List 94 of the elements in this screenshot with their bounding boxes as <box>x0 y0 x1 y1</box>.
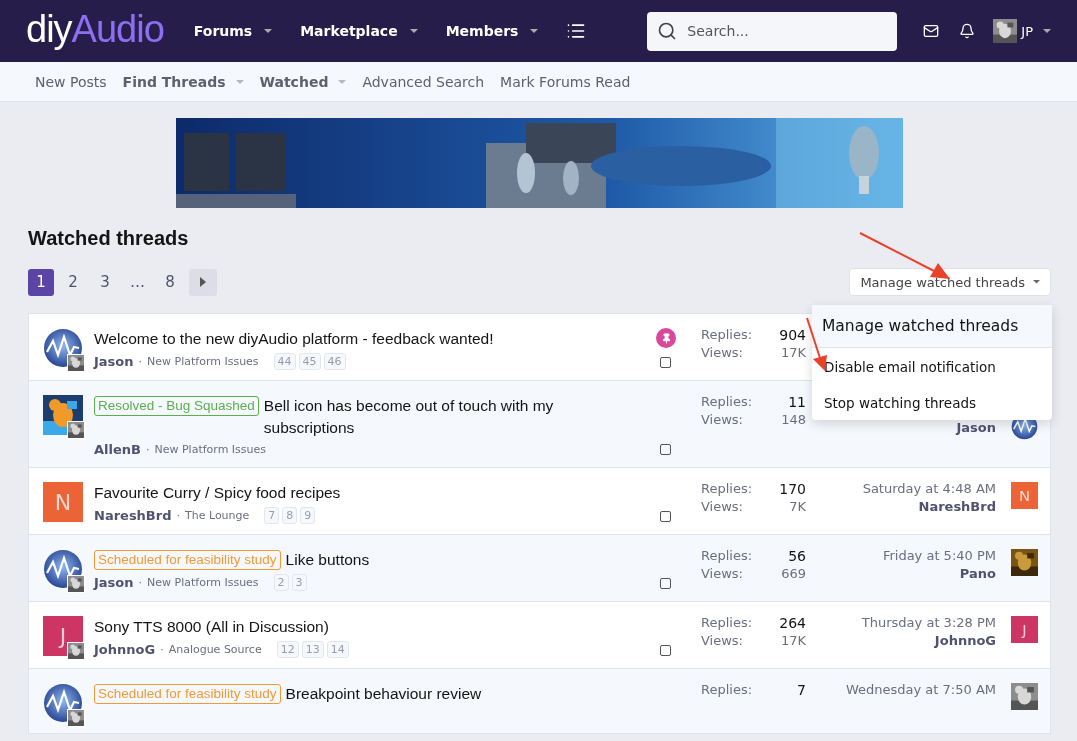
nav-item[interactable]: Marketplace <box>300 23 418 39</box>
replies-count: 904 <box>778 326 806 344</box>
bell-icon[interactable] <box>959 23 976 39</box>
separator-dot: · <box>138 355 143 368</box>
next-page-button[interactable] <box>189 268 217 296</box>
manage-button[interactable]: Manage watched threads <box>849 268 1051 296</box>
list-icon[interactable] <box>566 21 587 41</box>
search-icon <box>657 21 678 41</box>
caret-icon <box>1043 29 1051 33</box>
last-post-date[interactable]: Wednesday at 7:50 AM <box>845 681 996 699</box>
replies-count: 264 <box>778 614 806 632</box>
site-logo[interactable]: diyAudio <box>26 7 164 51</box>
separator-dot: · <box>160 643 164 656</box>
subnav-link[interactable]: Find Threads <box>122 73 244 90</box>
caret-icon <box>409 29 418 33</box>
views-count: 17K <box>779 632 806 650</box>
letter-avatar: J <box>1011 616 1038 643</box>
subnav-link[interactable]: Mark Forums Read <box>500 73 631 90</box>
select-checkbox[interactable] <box>660 357 671 368</box>
forum-name[interactable]: New Platform Issues <box>147 576 259 589</box>
forum-name[interactable]: New Platform Issues <box>154 443 267 456</box>
select-checkbox[interactable] <box>660 511 671 522</box>
replies-count: 56 <box>787 547 806 565</box>
select-checkbox[interactable] <box>660 578 671 589</box>
replies-count: 7 <box>796 681 806 699</box>
views-label: Views: <box>701 411 744 429</box>
last-poster[interactable]: JohnnoG <box>934 632 996 650</box>
caret-icon <box>235 79 244 84</box>
menu-item[interactable]: Disable email notification <box>812 348 1052 384</box>
last-post-date[interactable]: Friday at 5:40 PM <box>882 547 996 565</box>
nav-item[interactable]: Members <box>445 23 539 39</box>
letter-avatar: N <box>1011 482 1038 509</box>
menu-title: Manage watched threads <box>812 305 1052 348</box>
replies-count: 11 <box>787 393 806 411</box>
menu-item[interactable]: Stop watching threads <box>812 384 1052 420</box>
nav-item[interactable]: Forums <box>193 23 273 39</box>
thread-author[interactable]: JohnnoG <box>94 642 156 657</box>
last-post-date[interactable]: Thursday at 3:28 PM <box>861 614 996 632</box>
replies-label: Replies: <box>701 681 753 699</box>
subnav-link[interactable]: New Posts <box>35 73 107 90</box>
separator-dot: · <box>145 443 150 456</box>
mail-icon[interactable] <box>923 23 940 39</box>
subnav-link[interactable]: Advanced Search <box>362 73 485 90</box>
views-label: Views: <box>701 632 744 650</box>
last-poster[interactable]: NareshBrd <box>918 498 996 516</box>
thread-author[interactable]: Jason <box>94 354 134 369</box>
replies-label: Replies: <box>701 480 753 498</box>
user-initials[interactable]: JP <box>1021 23 1033 39</box>
views-count: 669 <box>780 565 806 583</box>
thread-author[interactable]: AllenB <box>94 442 141 457</box>
separator-dot: · <box>176 509 180 522</box>
next-arrow-icon <box>200 277 206 287</box>
thread-author[interactable]: NareshBrd <box>94 508 172 523</box>
replies-label: Replies: <box>701 326 753 344</box>
select-checkbox[interactable] <box>660 645 671 656</box>
thread-title[interactable]: Sony TTS 8000 (All in Discussion) <box>94 616 641 638</box>
thread-title[interactable]: Welcome to the new diyAudio platform - feedback wanted! <box>94 328 641 350</box>
forum-name[interactable]: The Lounge <box>185 509 250 522</box>
replies-count: 170 <box>778 480 806 498</box>
views-count: 17K <box>779 344 806 362</box>
page-link[interactable]: 1 <box>28 268 54 296</box>
replies-label: Replies: <box>701 393 753 411</box>
replies-label: Replies: <box>701 614 753 632</box>
views-label: Views: <box>701 565 744 583</box>
forum-name[interactable]: New Platform Issues <box>147 355 259 368</box>
views-count: 148 <box>780 411 806 429</box>
last-post-date[interactable]: Saturday at 4:48 AM <box>862 480 996 498</box>
page-link[interactable]: 2 <box>60 268 86 296</box>
search-field[interactable]: Search... <box>685 22 876 40</box>
subnav-link[interactable]: Watched <box>259 73 347 90</box>
search-bar[interactable]: Search... <box>647 11 898 51</box>
caret-icon <box>264 29 273 33</box>
page-link[interactable]: … <box>124 268 151 296</box>
thread-title[interactable]: Bell icon has become out of touch with my subscriptions <box>263 395 641 439</box>
caret-icon <box>338 79 347 84</box>
separator-dot: · <box>138 576 143 589</box>
last-poster[interactable]: Jason <box>956 419 996 437</box>
views-label: Views: <box>701 344 744 362</box>
thread-title[interactable]: Breakpoint behaviour review <box>285 683 641 705</box>
thread-author[interactable]: Jason <box>94 575 134 590</box>
page-title: Watched threads <box>28 227 190 250</box>
caret-icon <box>530 29 539 33</box>
thread-title[interactable]: Like buttons <box>285 549 641 571</box>
select-checkbox[interactable] <box>660 444 671 455</box>
last-poster[interactable]: Pano <box>959 565 996 583</box>
forum-name[interactable]: Analogue Source <box>168 643 262 656</box>
caret-icon <box>1033 280 1040 284</box>
replies-label: Replies: <box>701 547 753 565</box>
page-link[interactable]: 8 <box>157 268 183 296</box>
views-label: Views: <box>701 498 744 516</box>
thread-title[interactable]: Favourite Curry / Spicy food recipes <box>94 482 641 504</box>
letter-avatar: N <box>43 482 83 522</box>
views-count: 7K <box>788 498 806 516</box>
page-link[interactable]: 3 <box>92 268 118 296</box>
